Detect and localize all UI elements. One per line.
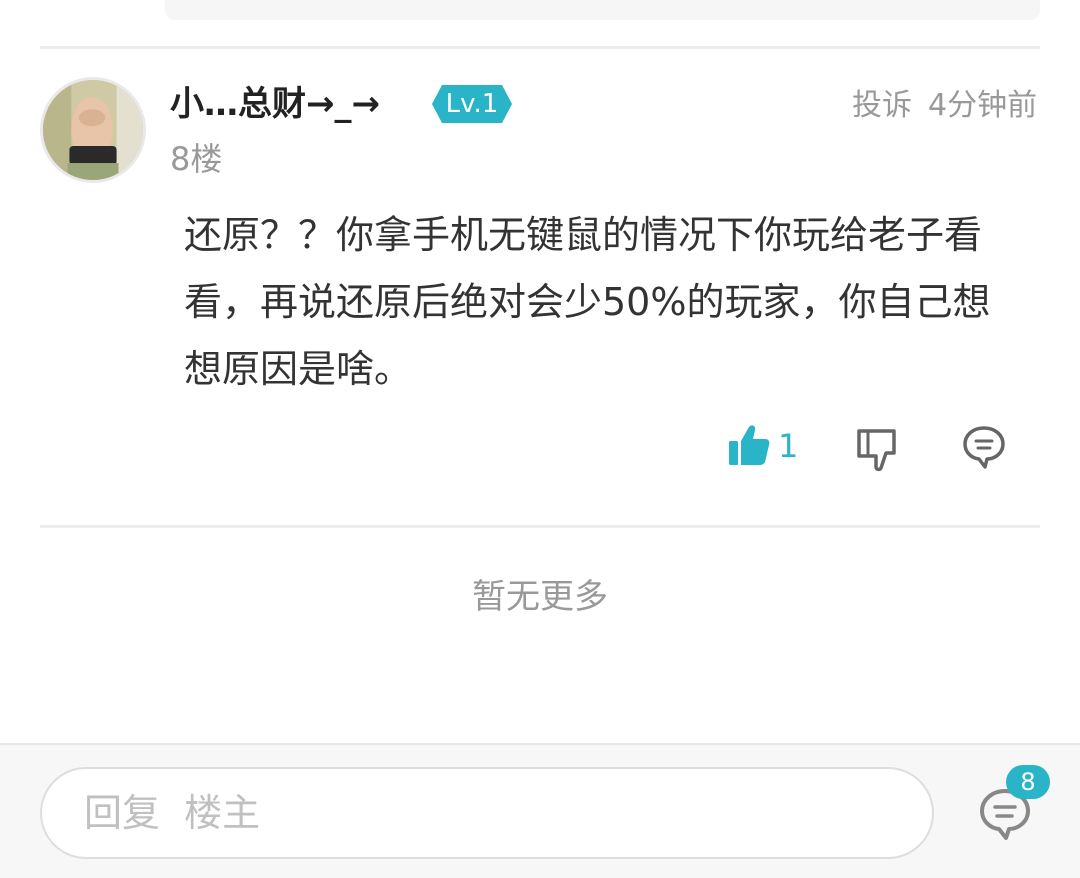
- divider: [40, 46, 1040, 49]
- divider: [40, 525, 1040, 528]
- like-count: 1: [778, 427, 799, 465]
- no-more-label: 暂无更多: [472, 577, 608, 617]
- thumbs-down-icon[interactable]: [854, 426, 900, 472]
- username[interactable]: 小…总财→_→: [170, 82, 380, 126]
- avatar[interactable]: [40, 77, 146, 183]
- timestamp: 4分钟前: [928, 88, 1038, 123]
- comments-button[interactable]: 8: [976, 765, 1050, 847]
- report-button[interactable]: 投诉: [852, 86, 912, 126]
- level-badge: Lv.1: [432, 85, 512, 123]
- bottom-reply-bar: 8: [0, 743, 1080, 878]
- thumbs-up-icon[interactable]: [727, 423, 771, 467]
- reply-input[interactable]: [40, 767, 934, 859]
- floor-number: 8楼: [170, 140, 223, 178]
- previous-comment-card: [165, 0, 1040, 20]
- comment-count-badge: 8: [1006, 765, 1050, 799]
- avatar-image: [43, 80, 143, 180]
- comment-bubble-icon[interactable]: [961, 424, 1007, 470]
- comment-text: 还原？？你拿手机无键鼠的情况下你玩给老子看看，再说还原后绝对会少50%的玩家，你…: [184, 213, 991, 391]
- comment-page: 小…总财→_→ Lv.1 8楼 投诉 4分钟前 还原？？你拿手机无键鼠的情况下你…: [0, 0, 1080, 878]
